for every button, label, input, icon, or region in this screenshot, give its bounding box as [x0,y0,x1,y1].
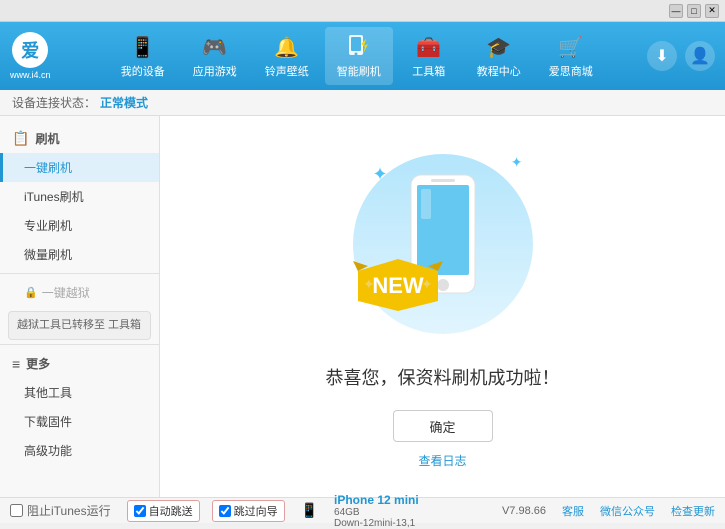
logo-icon: 爱 [12,32,48,68]
stop-itunes-checkbox[interactable] [10,504,23,517]
logo-url: www.i4.cn [10,70,51,80]
check-update-link[interactable]: 检查更新 [671,503,715,519]
user-button[interactable]: 👤 [685,41,715,71]
bottom-bar: 阻止iTunes运行 自动跳送 跳过向导 📱 iPhone 12 mini 64… [0,497,725,523]
main-layout: 📋 刷机 一键刷机 iTunes刷机 专业刷机 微量刷机 🔒 一键越狱 越狱工具… [0,116,725,497]
smart-flash-icon [345,33,373,61]
nav-store-label: 爱思商城 [549,63,593,79]
sidebar-item-itunes-flash[interactable]: iTunes刷机 [0,182,159,211]
nav-toolbox-label: 工具箱 [412,63,445,79]
sidebar-divider-1 [0,273,159,274]
status-label: 设备连接状态： [12,94,96,111]
maximize-button[interactable]: □ [687,4,701,18]
sidebar-item-one-click-flash[interactable]: 一键刷机 [0,153,159,182]
sparkle-icon-tl: ✦ [373,164,388,185]
apps-games-icon: 🎮 [201,33,229,61]
sidebar-section-jailbreak: 🔒 一键越狱 [0,278,159,307]
jailbreak-notice: 越狱工具已转移至 工具箱 [8,311,151,340]
skip-wizard-checkbox[interactable] [219,505,231,517]
download-button[interactable]: ⬇ [647,41,677,71]
header-right: ⬇ 👤 [647,41,715,71]
nav-smart-flash[interactable]: 智能刷机 [325,27,393,85]
sidebar-item-pro-flash[interactable]: 专业刷机 [0,211,159,240]
store-icon: 🛒 [557,33,585,61]
nav-ringtones[interactable]: 🔔 铃声壁纸 [253,27,321,85]
nav-apps-games[interactable]: 🎮 应用游戏 [181,27,249,85]
close-button[interactable]: ✕ [705,4,719,18]
auto-send-label: 自动跳送 [149,503,193,519]
jailbreak-label: 一键越狱 [42,284,90,301]
bottom-right: V7.98.66 客服 微信公众号 检查更新 [502,503,715,519]
phone-illustration: ✦ ✦ [343,144,543,344]
skip-wizard-checkbox-item: 跳过向导 [212,500,285,522]
stop-itunes-area: 阻止iTunes运行 [10,502,111,519]
wechat-link[interactable]: 微信公众号 [600,503,655,519]
more-section-icon: ≡ [12,356,20,372]
device-info: 📱 [301,502,318,519]
ringtones-icon: 🔔 [273,33,301,61]
device-storage: 64GB [334,507,419,518]
nav-store[interactable]: 🛒 爱思商城 [537,27,605,85]
toolbox-icon: 🧰 [415,33,443,61]
minimize-button[interactable]: — [669,4,683,18]
nav-my-device[interactable]: 📱 我的设备 [109,27,177,85]
stop-itunes-label: 阻止iTunes运行 [27,502,111,519]
svg-text:NEW: NEW [372,273,424,298]
nav-apps-games-label: 应用游戏 [193,63,237,79]
status-bar: 设备连接状态： 正常模式 [0,90,725,116]
flash-section-icon: 📋 [12,130,29,147]
device-details: iPhone 12 mini 64GB Down-12mini-13,1 [334,493,419,529]
success-message: 恭喜您，保资料刷机成功啦！ [326,364,560,390]
customer-service-link[interactable]: 客服 [562,503,584,519]
again-link[interactable]: 查看日志 [418,452,466,469]
header: 爱 www.i4.cn 📱 我的设备 🎮 应用游戏 🔔 铃声壁纸 [0,22,725,90]
version-label: V7.98.66 [502,505,546,517]
svg-text:✦: ✦ [421,276,433,292]
title-bar: — □ ✕ [0,0,725,22]
tutorial-icon: 🎓 [485,33,513,61]
nav-smart-flash-label: 智能刷机 [337,63,381,79]
flash-section-label: 刷机 [35,130,59,147]
sparkle-icon-tr: ✦ [511,154,523,171]
sidebar-item-download-firmware[interactable]: 下载固件 [0,407,159,436]
nav-tutorial-label: 教程中心 [477,63,521,79]
my-device-icon: 📱 [129,33,157,61]
svg-text:✦: ✦ [363,276,375,292]
logo[interactable]: 爱 www.i4.cn [10,32,51,80]
sidebar-item-micro-flash[interactable]: 微量刷机 [0,240,159,269]
content-area: ✦ ✦ [160,116,725,497]
auto-send-checkbox[interactable] [134,505,146,517]
checkbox-group: 自动跳送 跳过向导 [127,500,285,522]
confirm-button[interactable]: 确定 [393,410,493,442]
sidebar-section-more: ≡ 更多 [0,349,159,378]
nav-tutorial[interactable]: 🎓 教程中心 [465,27,533,85]
nav-my-device-label: 我的设备 [121,63,165,79]
sidebar-divider-2 [0,344,159,345]
sidebar-item-other-tools[interactable]: 其他工具 [0,378,159,407]
nav-toolbox[interactable]: 🧰 工具箱 [397,27,461,85]
lock-icon: 🔒 [24,286,38,299]
sidebar-item-advanced[interactable]: 高级功能 [0,436,159,465]
device-phone-icon: 📱 [301,502,318,519]
device-name: iPhone 12 mini [334,493,419,507]
device-model: Down-12mini-13,1 [334,518,419,529]
auto-send-checkbox-item: 自动跳送 [127,500,200,522]
skip-wizard-label: 跳过向导 [234,503,278,519]
sidebar-section-flash: 📋 刷机 [0,124,159,153]
nav-bar: 📱 我的设备 🎮 应用游戏 🔔 铃声壁纸 智能刷机 🧰 工具箱 [67,27,647,85]
bottom-left: 阻止iTunes运行 自动跳送 跳过向导 📱 iPhone 12 mini 64… [10,493,419,529]
new-badge: NEW ✦ ✦ [353,251,443,314]
more-section-label: 更多 [26,355,50,372]
sidebar: 📋 刷机 一键刷机 iTunes刷机 专业刷机 微量刷机 🔒 一键越狱 越狱工具… [0,116,160,497]
nav-ringtones-label: 铃声壁纸 [265,63,309,79]
status-value: 正常模式 [100,94,148,111]
